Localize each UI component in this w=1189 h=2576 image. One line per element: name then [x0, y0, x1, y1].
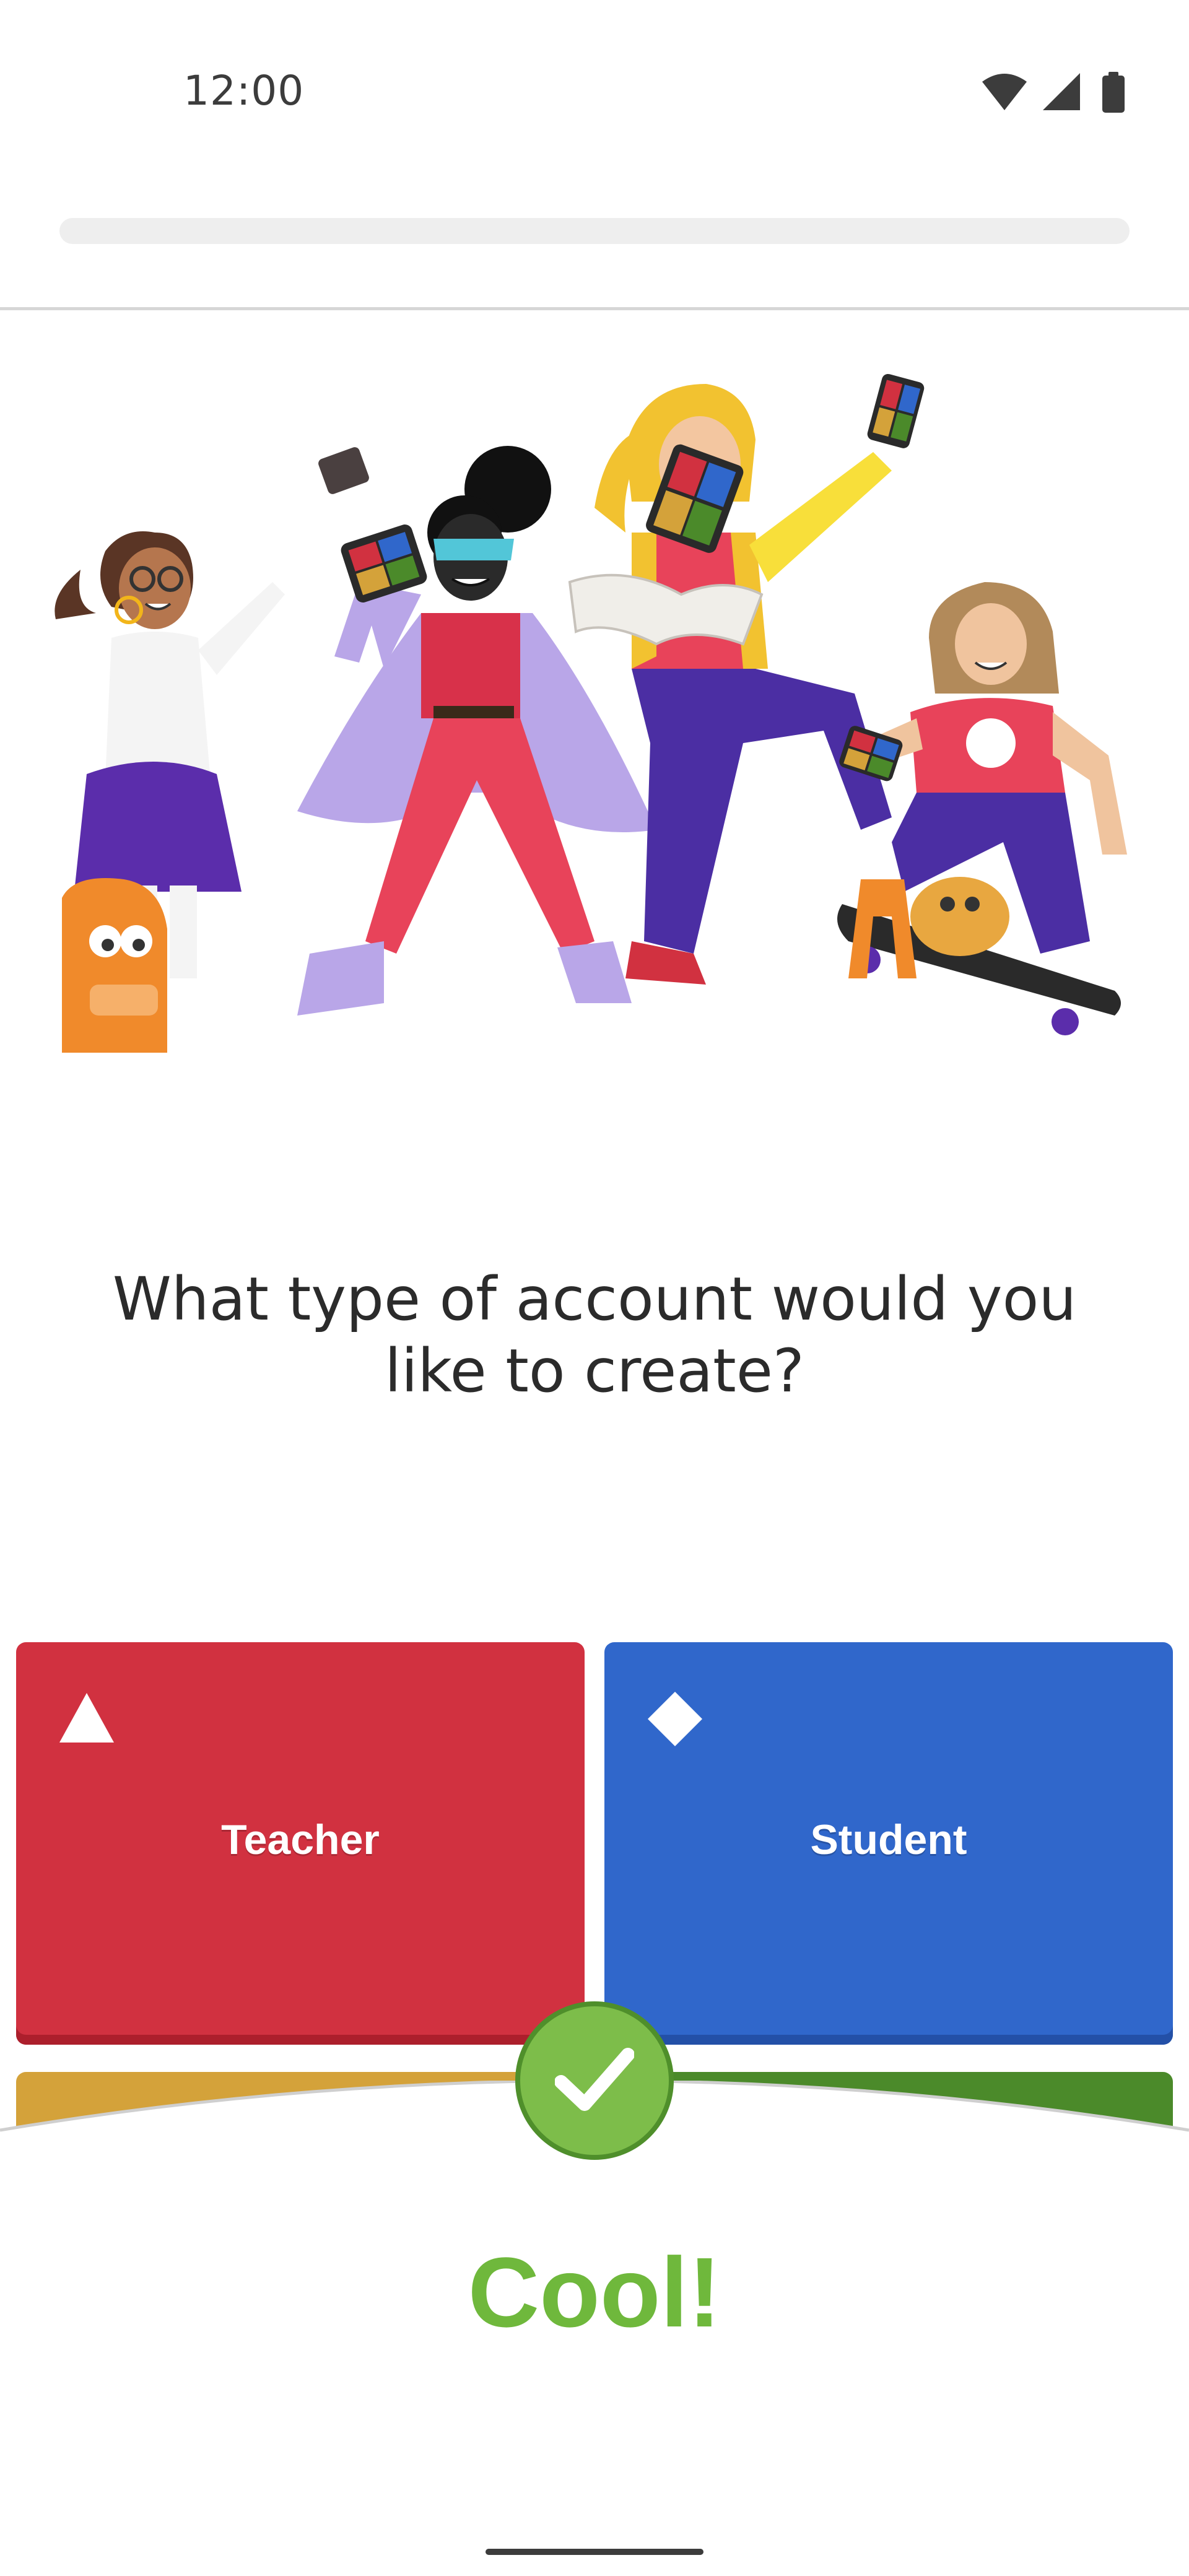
cellular-signal-icon: [1043, 73, 1080, 110]
status-bar: 12:00: [0, 0, 1189, 186]
feedback-message: Cool!: [468, 2237, 721, 2348]
divider: [0, 307, 1189, 310]
triangle-icon: [59, 1693, 114, 1743]
checkmark-icon: [515, 2001, 674, 2160]
student-option-button[interactable]: Student: [604, 1642, 1173, 2045]
status-icons: [981, 72, 1136, 113]
status-time: 12:00: [183, 67, 305, 115]
student-option-label: Student: [810, 1816, 967, 1863]
battery-icon: [1102, 72, 1125, 113]
account-type-screen: 12:00 What type of account would you lik…: [0, 0, 1189, 2576]
diamond-icon: [648, 1692, 702, 1746]
account-type-question: What type of account would you like to c…: [112, 1264, 1077, 1406]
teacher-option-button[interactable]: Teacher: [16, 1642, 585, 2045]
teacher-option-label: Teacher: [221, 1816, 380, 1863]
home-indicator[interactable]: [486, 2549, 703, 2555]
characters-illustration: [54, 373, 1127, 1053]
progress-bar: [59, 218, 1130, 244]
wifi-icon: [982, 74, 1027, 110]
girl-character: [54, 531, 285, 1053]
dancer-character: [297, 446, 656, 1016]
